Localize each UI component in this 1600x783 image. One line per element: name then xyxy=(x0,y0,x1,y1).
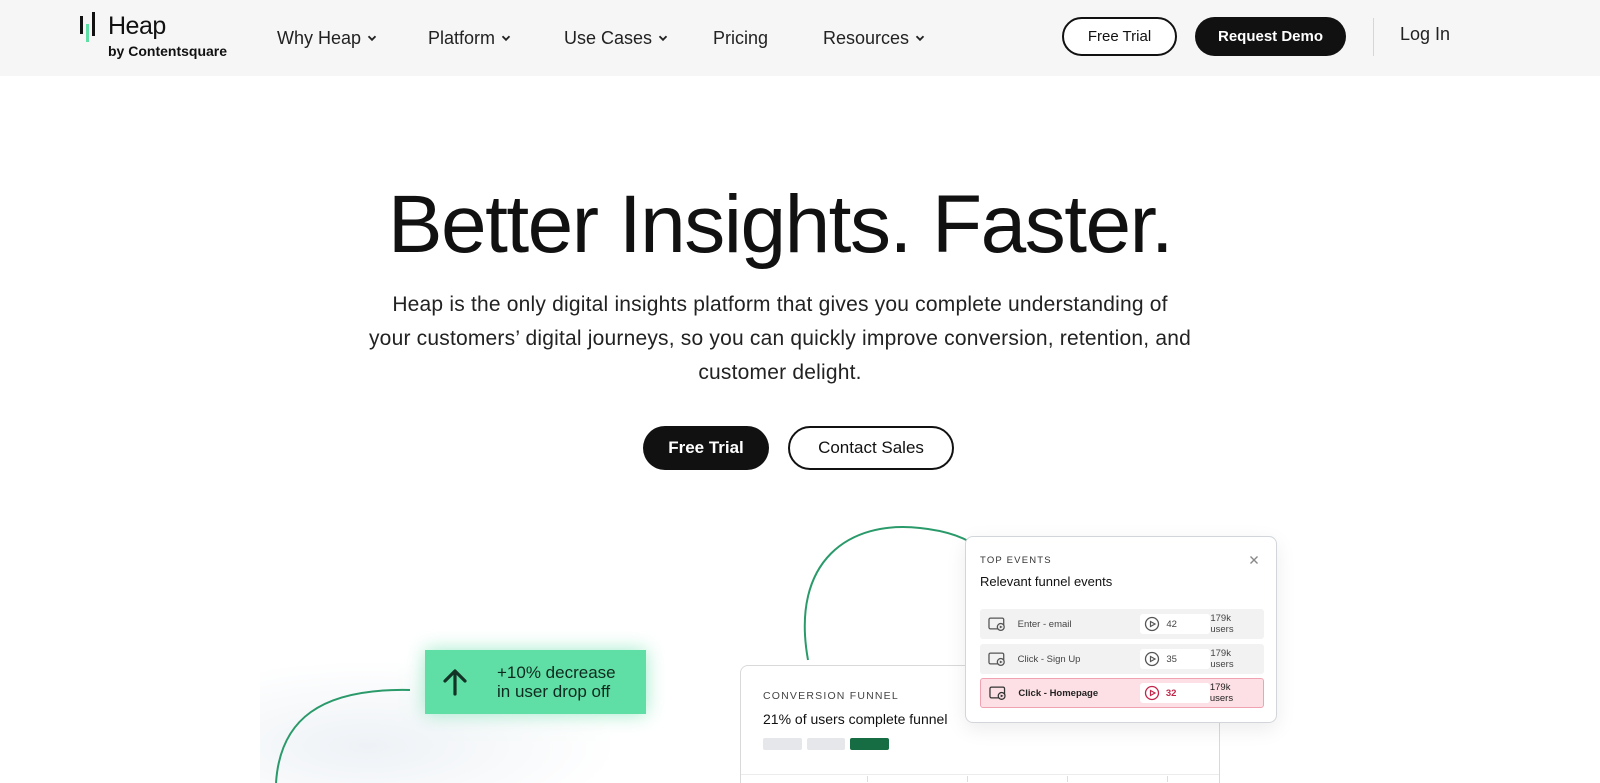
nav-platform[interactable]: Platform xyxy=(428,24,511,52)
event-sessions-count: 32 xyxy=(1165,687,1177,699)
nav-resources-label: Resources xyxy=(823,27,910,48)
hero-subtitle-line: Heap is the only digital insights platfo… xyxy=(392,293,1168,316)
drop-off-badge-text: +10% decrease in user drop off xyxy=(497,663,616,701)
funnel-gridline xyxy=(741,774,1219,775)
chevron-down-icon xyxy=(501,33,511,43)
funnel-bar xyxy=(807,738,845,750)
nav-use-cases-label: Use Cases xyxy=(564,27,653,48)
event-users: 179k users xyxy=(1210,648,1234,670)
event-users: 179k users xyxy=(1209,682,1234,704)
event-sessions: 32 xyxy=(1139,683,1210,703)
contact-sales-button[interactable]: Contact Sales xyxy=(788,426,954,470)
event-sessions-count: 35 xyxy=(1166,653,1177,665)
event-name: Click - Sign Up xyxy=(1017,653,1081,665)
funnel-tick xyxy=(1167,776,1168,782)
play-circle-icon xyxy=(1145,651,1160,667)
chevron-down-icon xyxy=(915,33,925,43)
funnel-tick xyxy=(867,776,868,782)
nav-use-cases[interactable]: Use Cases xyxy=(564,24,668,52)
hero-title: Better Insights. Faster. xyxy=(387,179,1174,270)
close-icon[interactable] xyxy=(1248,553,1260,565)
chevron-down-icon xyxy=(367,33,377,43)
nav-why-heap-label: Why Heap xyxy=(277,27,362,48)
logo-wordmark: Heap xyxy=(108,12,166,40)
event-row[interactable]: Click - Sign Up 35 179k users xyxy=(980,644,1264,674)
nav-resources[interactable]: Resources xyxy=(823,24,925,52)
event-users: 179k users xyxy=(1210,613,1234,635)
event-name: Enter - email xyxy=(1017,618,1072,630)
event-sessions-count: 42 xyxy=(1166,618,1177,630)
session-replay-icon xyxy=(988,617,1005,632)
play-circle-icon xyxy=(1144,685,1159,701)
funnel-bar xyxy=(763,738,802,750)
funnel-card-label: CONVERSION FUNNEL xyxy=(763,690,899,702)
request-demo-button[interactable]: Request Demo xyxy=(1195,17,1346,56)
header-free-trial-button[interactable]: Free Trial xyxy=(1062,17,1177,56)
badge-line-1: +10% decrease xyxy=(497,663,616,682)
nav-why-heap[interactable]: Why Heap xyxy=(277,24,377,52)
funnel-tick xyxy=(967,776,968,782)
nav-platform-label: Platform xyxy=(428,27,496,48)
hero-subtitle-line: customer delight. xyxy=(698,361,862,384)
event-sessions: 35 xyxy=(1140,649,1211,669)
event-sessions: 42 xyxy=(1140,614,1211,634)
site-header: Heap by Contentsquare Why Heap Platform … xyxy=(0,0,1600,76)
logo-byline: by Contentsquare xyxy=(108,43,228,59)
session-replay-icon xyxy=(989,686,1006,700)
badge-line-2: in user drop off xyxy=(497,682,611,701)
header-divider xyxy=(1373,18,1374,56)
event-name: Click - Homepage xyxy=(1018,687,1099,699)
session-replay-icon xyxy=(988,652,1005,667)
funnel-tick xyxy=(1067,776,1068,782)
events-card-title: Relevant funnel events xyxy=(980,574,1113,589)
play-circle-icon xyxy=(1145,616,1160,632)
hero-subtitle: Heap is the only digital insights platfo… xyxy=(310,288,1250,390)
hero-subtitle-line: your customers’ digital journeys, so you… xyxy=(368,327,1191,350)
event-row[interactable]: Enter - email 42 179k users xyxy=(980,609,1264,639)
login-link[interactable]: Log In xyxy=(1400,24,1450,45)
chevron-down-icon xyxy=(658,33,668,43)
heap-logo[interactable]: Heap by Contentsquare xyxy=(80,12,240,62)
arrow-up-icon xyxy=(425,650,485,714)
drop-off-badge: +10% decrease in user drop off xyxy=(425,650,646,714)
top-events-card: TOP EVENTS Relevant funnel events Enter … xyxy=(965,536,1277,723)
event-row-highlighted[interactable]: Click - Homepage 32 179k users xyxy=(980,678,1264,708)
nav-pricing-label: Pricing xyxy=(713,27,769,48)
heap-logo-icon xyxy=(80,12,95,42)
funnel-card-title: 21% of users complete funnel xyxy=(763,711,948,727)
hero-free-trial-button[interactable]: Free Trial xyxy=(643,426,769,470)
nav-pricing[interactable]: Pricing xyxy=(713,24,768,52)
funnel-bar-active xyxy=(850,738,889,750)
events-card-label: TOP EVENTS xyxy=(980,555,1052,566)
